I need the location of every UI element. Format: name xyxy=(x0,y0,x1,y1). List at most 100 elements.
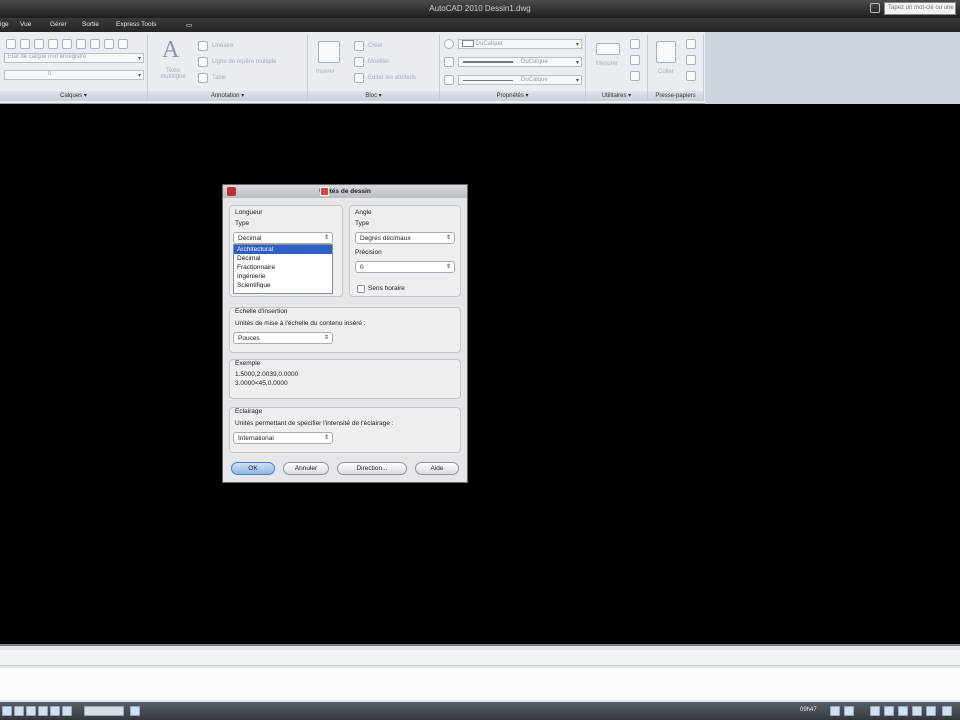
id-point-icon[interactable] xyxy=(630,71,640,81)
layer-lock-icon[interactable] xyxy=(118,39,128,49)
utilities-panel-label[interactable]: Utilitaires ▾ xyxy=(586,91,647,101)
quick-select-icon[interactable] xyxy=(630,39,640,49)
current-layer-combo[interactable]: 0 ▾ xyxy=(4,70,144,80)
block-panel-label[interactable]: Bloc ▾ xyxy=(308,91,439,101)
annotation-scale-icon[interactable] xyxy=(870,706,880,716)
status-clock: 09h47 xyxy=(800,707,817,713)
table-icon[interactable] xyxy=(198,73,208,83)
menu-item-express-tools[interactable]: Express Tools xyxy=(116,21,156,28)
properties-panel-label[interactable]: Propriétés ▾ xyxy=(440,91,585,101)
layer-isolate-icon[interactable] xyxy=(34,39,44,49)
length-type-combo[interactable]: Décimal ⇕ xyxy=(233,232,333,244)
angle-precision-label: Précision xyxy=(355,249,382,256)
model-space-icon[interactable] xyxy=(2,706,12,716)
edit-block-label[interactable]: Modifier xyxy=(368,59,389,65)
layers-panel-label[interactable]: Calques ▾ xyxy=(0,91,147,101)
layer-properties-icon[interactable] xyxy=(6,39,16,49)
pan-icon[interactable] xyxy=(830,706,840,716)
layer-match-icon[interactable] xyxy=(48,39,58,49)
linear-dimension-label[interactable]: Linéaire xyxy=(212,43,233,49)
settings-icon[interactable] xyxy=(942,706,952,716)
annotation-panel-label[interactable]: Annotation ▾ xyxy=(148,91,307,101)
drawing-area[interactable] xyxy=(0,106,960,644)
layer-state-combo[interactable]: Etat de calque non enregistré ▾ xyxy=(4,53,144,63)
linetype-icon[interactable] xyxy=(444,75,454,85)
paste-icon[interactable] xyxy=(656,41,676,63)
ortho-icon[interactable] xyxy=(38,706,48,716)
angle-group-label: Angle xyxy=(355,209,372,216)
calculator-icon[interactable] xyxy=(630,55,640,65)
linetype-combo[interactable]: DuCalque ▾ xyxy=(458,75,582,85)
menu-item-view[interactable]: Vue xyxy=(20,21,31,28)
measure-icon[interactable] xyxy=(596,43,620,55)
length-option-architectural[interactable]: Architectural xyxy=(234,245,332,254)
clean-screen-icon[interactable] xyxy=(926,706,936,716)
insert-block-icon[interactable] xyxy=(318,41,340,63)
copy-icon[interactable] xyxy=(686,55,696,65)
length-option-decimal[interactable]: Décimal xyxy=(234,254,332,263)
snap-icon[interactable] xyxy=(14,706,24,716)
color-combo[interactable]: DuCalque ▾ xyxy=(458,39,582,49)
table-label[interactable]: Table xyxy=(212,75,226,81)
layer-state-icon[interactable] xyxy=(20,39,30,49)
osnap-icon[interactable] xyxy=(62,706,72,716)
help-button[interactable]: Aide xyxy=(415,462,459,475)
multiline-text-label[interactable]: Texte multiligne xyxy=(158,68,188,80)
create-block-icon[interactable] xyxy=(354,41,364,51)
clockwise-checkbox[interactable] xyxy=(357,285,365,293)
layer-previous-icon[interactable] xyxy=(62,39,72,49)
multiline-text-icon[interactable]: A xyxy=(162,37,179,64)
menu-item-insert[interactable]: ige xyxy=(0,21,9,28)
angle-precision-combo[interactable]: 0 ⇕ xyxy=(355,261,455,273)
edit-block-icon[interactable] xyxy=(354,57,364,67)
polar-icon[interactable] xyxy=(50,706,60,716)
layout-tabs[interactable] xyxy=(84,706,124,716)
layer-freeze-icon[interactable] xyxy=(90,39,100,49)
length-option-engineering[interactable]: Ingénierie xyxy=(234,272,332,281)
direction-button[interactable]: Direction... xyxy=(337,462,407,475)
length-option-fractional[interactable]: Fractionnaire xyxy=(234,263,332,272)
lineweight-combo[interactable]: DuCalque ▾ xyxy=(458,57,582,67)
lighting-units-combo[interactable]: International ⇕ xyxy=(233,432,333,444)
cut-icon[interactable] xyxy=(686,39,696,49)
linear-dimension-icon[interactable] xyxy=(198,41,208,51)
multileader-icon[interactable] xyxy=(198,57,208,67)
grid-icon[interactable] xyxy=(26,706,36,716)
lineweight-icon[interactable] xyxy=(444,57,454,67)
copy-base-icon[interactable] xyxy=(686,71,696,81)
chevron-down-icon: ▾ xyxy=(575,60,579,66)
dialog-title-bar[interactable]: Unités de dessin xyxy=(223,185,467,198)
sample-output-line1: 1.5000,2.0039,0.0000 xyxy=(235,371,299,378)
cancel-button[interactable]: Annuler xyxy=(283,462,329,475)
layer-walk-icon[interactable] xyxy=(76,39,86,49)
paste-label[interactable]: Coller xyxy=(658,69,674,75)
multileader-label[interactable]: Ligne de repère multiple xyxy=(212,59,276,65)
layout-icon[interactable] xyxy=(130,706,140,716)
sample-output-line2: 3.0000<45,0.0000 xyxy=(235,380,288,387)
insert-block-label[interactable]: Insérer xyxy=(316,69,335,75)
zoom-icon[interactable] xyxy=(844,706,854,716)
edit-attributes-icon[interactable] xyxy=(354,73,364,83)
menu-item-manage[interactable]: Gérer xyxy=(50,21,67,28)
command-input[interactable] xyxy=(0,668,960,700)
menu-item-output[interactable]: Sortie xyxy=(82,21,99,28)
utilities-panel: Mesurer Utilitaires ▾ xyxy=(586,35,648,101)
insert-scale-combo[interactable]: Pouces ⇕ xyxy=(233,332,333,344)
workspace-icon[interactable] xyxy=(898,706,908,716)
ok-button[interactable]: OK xyxy=(231,462,275,475)
binoculars-icon[interactable] xyxy=(870,3,880,13)
annotation-visibility-icon[interactable] xyxy=(884,706,894,716)
edit-attributes-label[interactable]: Editer les attributs xyxy=(368,75,416,81)
menu-item-extra[interactable]: ▭ xyxy=(186,21,192,29)
angle-type-combo[interactable]: Degrés décimaux ⇕ xyxy=(355,232,455,244)
clockwise-label: Sens horaire xyxy=(368,285,405,292)
up-down-arrows-icon: ⇕ xyxy=(323,335,329,341)
match-properties-icon[interactable] xyxy=(444,39,454,49)
layer-off-icon[interactable] xyxy=(104,39,114,49)
search-input[interactable]: Tapez un mot-clé ou une phrase xyxy=(884,2,956,15)
measure-label[interactable]: Mesurer xyxy=(596,61,618,67)
create-block-label[interactable]: Créer xyxy=(368,43,383,49)
length-option-scientific[interactable]: Scientifique xyxy=(234,281,332,290)
lock-icon[interactable] xyxy=(912,706,922,716)
clipboard-panel-label[interactable]: Presse-papiers xyxy=(648,91,703,101)
